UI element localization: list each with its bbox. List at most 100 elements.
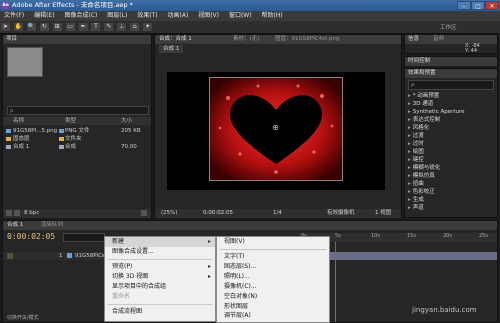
- tab-footage[interactable]: 素材：(无): [233, 35, 259, 44]
- new-folder-icon[interactable]: [14, 210, 20, 216]
- camera-dropdown[interactable]: 有效摄像机: [327, 209, 355, 218]
- interpret-footage-icon[interactable]: [6, 210, 12, 216]
- menu-window[interactable]: 窗口(W): [225, 11, 256, 21]
- delete-icon[interactable]: [141, 210, 147, 216]
- submenu-item-shape[interactable]: 形状图层: [217, 302, 329, 312]
- effect-category[interactable]: ▸ 风格化: [405, 124, 497, 132]
- bpc-label[interactable]: 8 bpc: [24, 209, 39, 218]
- brush-tool-icon[interactable]: ✎: [104, 23, 114, 31]
- close-button[interactable]: ✕: [485, 1, 499, 10]
- item-size: 70.00: [121, 144, 137, 150]
- menu-help[interactable]: 帮助(H): [257, 11, 286, 21]
- col-size[interactable]: 大小: [121, 117, 132, 125]
- submenu-item-viewer[interactable]: 视图(V): [217, 237, 329, 247]
- submenu-item-camera[interactable]: 摄像机(C)...: [217, 282, 329, 292]
- effect-category[interactable]: ▸ Synthetic Aperture: [405, 108, 497, 116]
- tab-render-queue[interactable]: 渲染队列: [41, 221, 63, 230]
- effect-category[interactable]: ▸ 模拟仿真: [405, 172, 497, 180]
- list-item[interactable]: 91G58PI...5.png PNG 文件 205 KB: [3, 127, 151, 135]
- viewer-timecode[interactable]: 0:00:02:05: [203, 209, 233, 218]
- menu-edit[interactable]: 编辑(E): [30, 11, 58, 21]
- menu-item-preview[interactable]: 预览(P) ▸: [105, 262, 215, 272]
- timeline-search-input[interactable]: [63, 233, 105, 242]
- effect-category[interactable]: ▸ 3D 通道: [405, 100, 497, 108]
- minimize-button[interactable]: –: [457, 1, 471, 10]
- tab-composition[interactable]: 合成：合成 1: [159, 35, 192, 44]
- effect-category[interactable]: ▸ 过渡: [405, 132, 497, 140]
- project-search-input[interactable]: ρ: [7, 106, 149, 115]
- zoom-dropdown[interactable]: (25%): [161, 209, 178, 218]
- effect-category[interactable]: ▸ 扭曲: [405, 180, 497, 188]
- pen-tool-icon[interactable]: ✒: [78, 23, 88, 31]
- list-item[interactable]: 合成 1 合成 70.00: [3, 143, 151, 151]
- menu-bar: 文件(F) 编辑(E) 图像合成(C) 图层(L) 效果(T) 动画(A) 视图…: [0, 11, 500, 21]
- col-type[interactable]: 类型: [65, 117, 76, 125]
- menu-file[interactable]: 文件(F): [0, 11, 28, 21]
- menu-item-new[interactable]: 新建 ▸: [105, 237, 215, 247]
- heart-image-layer[interactable]: ⊕: [209, 77, 343, 181]
- zoom-tool-icon[interactable]: 🔍: [26, 23, 36, 31]
- item-name: 91G58PI...5.png: [13, 128, 58, 134]
- effect-category[interactable]: ▸ 表达式控制: [405, 116, 497, 124]
- menu-effect[interactable]: 效果(T): [133, 11, 161, 21]
- menu-composition[interactable]: 图像合成(C): [60, 11, 101, 21]
- project-header: 名称 类型 大小: [3, 117, 151, 125]
- effect-category[interactable]: ▸ 键控: [405, 156, 497, 164]
- timeline-timecode[interactable]: 0:00:02:05: [7, 232, 55, 241]
- project-tab[interactable]: 项目: [3, 35, 151, 44]
- menu-view[interactable]: 视图(V): [194, 11, 223, 21]
- col-name[interactable]: 名称: [13, 117, 24, 125]
- effect-category[interactable]: ▸ 生成: [405, 196, 497, 204]
- effect-category[interactable]: ▸ 模糊与锐化: [405, 164, 497, 172]
- views-dropdown[interactable]: 1 视图: [375, 209, 391, 218]
- ruler-tick: 15s: [407, 233, 416, 239]
- submenu-item-null[interactable]: 空白对象(N): [217, 292, 329, 302]
- tab-comp1[interactable]: 合成 1: [7, 221, 23, 230]
- menu-item-flowchart[interactable]: 合成流程图: [105, 307, 215, 317]
- effect-category[interactable]: ▸ 绘图: [405, 148, 497, 156]
- menu-item-switch-3d-view[interactable]: 切换 3D 视图 ▸: [105, 272, 215, 282]
- puppet-tool-icon[interactable]: ✦: [143, 23, 153, 31]
- tab-effects-presets[interactable]: 效果和预置: [405, 69, 497, 78]
- selection-tool-icon[interactable]: ➤: [1, 23, 10, 31]
- workspace-label[interactable]: 工作区: [440, 23, 457, 31]
- menu-animation[interactable]: 动画(A): [164, 11, 193, 21]
- submenu-item-text[interactable]: 文字(T): [217, 252, 329, 262]
- composition-icon: [6, 145, 11, 149]
- effect-category[interactable]: ▸ 声道: [405, 204, 497, 212]
- info-panel: 信息 音频 X: -84 Y: 44: [404, 34, 498, 54]
- item-type: 文件夹: [65, 136, 82, 142]
- stamp-tool-icon[interactable]: ⊥: [117, 23, 127, 31]
- submenu-item-light[interactable]: 照明(L)...: [217, 272, 329, 282]
- eye-icon[interactable]: [7, 253, 13, 259]
- tab-time-control[interactable]: 时间控制: [405, 57, 497, 66]
- comp-breadcrumb[interactable]: 合成 1: [159, 45, 184, 53]
- rectangle-tool-icon[interactable]: ▭: [65, 23, 75, 31]
- list-item[interactable]: 固态层 文件夹: [3, 135, 151, 143]
- current-time-indicator[interactable]: [335, 242, 336, 322]
- effects-search-input[interactable]: ρ: [408, 80, 494, 90]
- layer-bar[interactable]: [303, 252, 497, 260]
- effect-category[interactable]: ▸ 色彩校正: [405, 188, 497, 196]
- info-xy: X: -84 Y: 44: [465, 43, 480, 54]
- hand-tool-icon[interactable]: ✋: [13, 23, 23, 31]
- effect-category[interactable]: ▸ 过时: [405, 140, 497, 148]
- text-tool-icon[interactable]: T: [91, 23, 101, 31]
- rotate-tool-icon[interactable]: ↻: [39, 23, 49, 31]
- submenu-item-solid[interactable]: 固态层(S)...: [217, 262, 329, 272]
- effect-category[interactable]: ▸ * 动画预置: [405, 92, 497, 100]
- window-title: Adobe After Effects - 未命名项目.aep *: [12, 1, 133, 9]
- toggle-modes-label[interactable]: 切换开关/模式: [7, 314, 39, 321]
- menu-item-reveal-in-project[interactable]: 显示项目中的合成组: [105, 282, 215, 292]
- eraser-tool-icon[interactable]: ⌂: [130, 23, 140, 31]
- time-control-panel: 时间控制: [404, 56, 498, 66]
- tab-audio[interactable]: 音频: [433, 35, 444, 44]
- tab-info[interactable]: 信息: [408, 35, 419, 44]
- tab-layer[interactable]: 图层：91G58PIC4zt.png: [275, 35, 339, 44]
- submenu-item-adjustment[interactable]: 调节层(A): [217, 312, 329, 320]
- camera-tool-icon[interactable]: ⊞: [52, 23, 62, 31]
- resolution-dropdown[interactable]: 1/4: [273, 209, 282, 218]
- menu-layer[interactable]: 图层(L): [103, 11, 131, 21]
- menu-item-comp-settings[interactable]: 图像合成设置...: [105, 247, 215, 257]
- maximize-button[interactable]: □: [471, 1, 485, 10]
